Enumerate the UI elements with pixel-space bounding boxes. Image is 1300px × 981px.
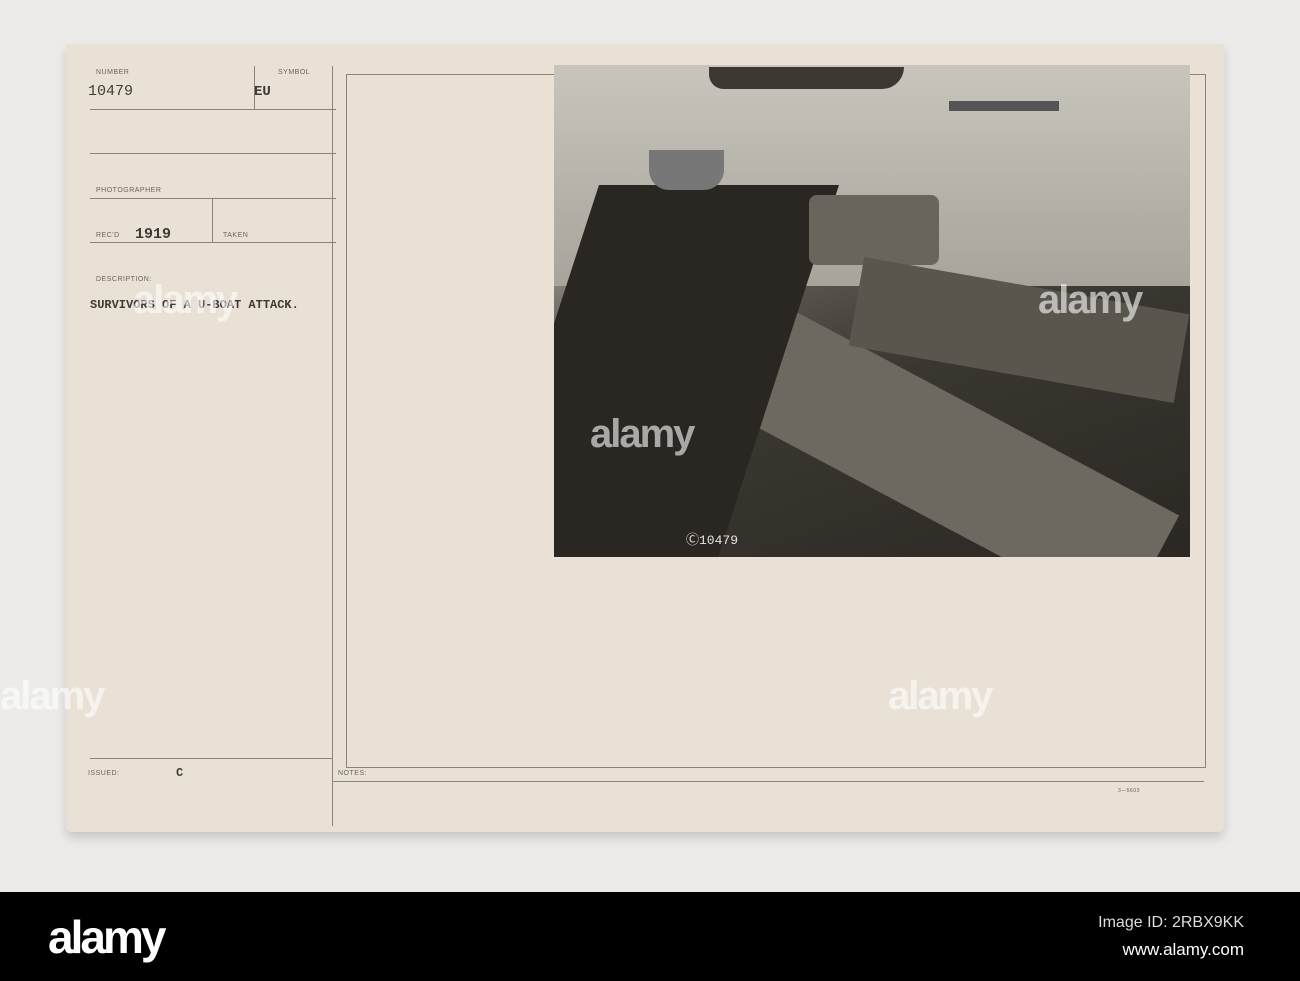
alamy-logo: alamy bbox=[48, 911, 166, 963]
recd-label: REC'D bbox=[96, 232, 120, 239]
distant-boat bbox=[949, 101, 1059, 111]
divider bbox=[90, 109, 336, 110]
image-id: Image ID: 2RBX9KK bbox=[1098, 914, 1244, 931]
watermark: alamy bbox=[133, 278, 238, 322]
divider bbox=[332, 781, 1204, 782]
photo-number: Ⓒ10479 bbox=[686, 533, 739, 548]
distant-ship bbox=[709, 67, 904, 89]
gun-turret bbox=[649, 150, 724, 190]
divider bbox=[90, 153, 336, 154]
number-value: 10479 bbox=[88, 83, 134, 100]
taken-label: TAKEN bbox=[223, 232, 249, 239]
watermark: alamy bbox=[590, 412, 695, 456]
watermark: alamy bbox=[0, 674, 105, 718]
divider bbox=[90, 242, 336, 243]
symbol-label: SYMBOL bbox=[278, 69, 311, 76]
watermark: alamy bbox=[888, 674, 993, 718]
watermark: alamy bbox=[1038, 278, 1143, 322]
issued-value: C bbox=[176, 766, 184, 780]
divider bbox=[90, 758, 332, 759]
footer-bar: alamy Image ID: 2RBX9KK www.alamy.com bbox=[0, 892, 1300, 981]
searchlight-platform bbox=[809, 195, 939, 265]
divider bbox=[212, 198, 213, 242]
card-divider bbox=[332, 66, 333, 826]
divider bbox=[90, 198, 336, 199]
notes-label: NOTES: bbox=[338, 770, 368, 777]
recd-value: 1919 bbox=[135, 226, 172, 243]
issued-label: ISSUED: bbox=[88, 770, 120, 777]
form-code: 3—5603 bbox=[1118, 788, 1140, 794]
site-url[interactable]: www.alamy.com bbox=[1122, 940, 1244, 960]
photographer-label: PHOTOGRAPHER bbox=[96, 187, 162, 194]
number-label: NUMBER bbox=[96, 69, 130, 76]
symbol-value: EU bbox=[254, 84, 271, 100]
